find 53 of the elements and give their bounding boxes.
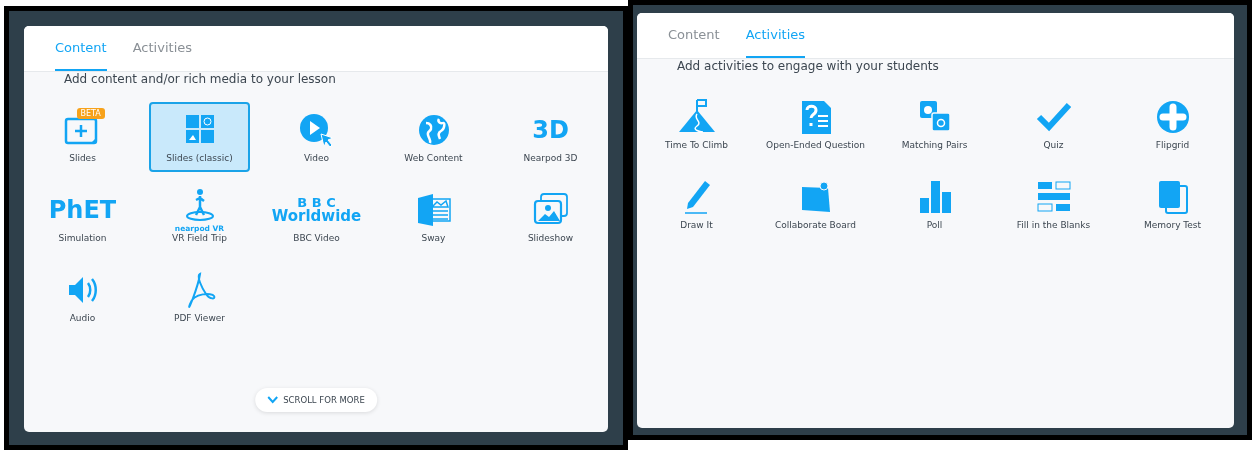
tile-label: Sway: [421, 233, 446, 243]
content-tile[interactable]: Quiz: [1002, 89, 1105, 159]
tile-label: Nearpod 3D: [523, 153, 578, 163]
logo-wordmark: B B C: [297, 196, 336, 209]
content-tile[interactable]: Memory Test: [1121, 169, 1224, 239]
mountain-flag-icon: [676, 98, 717, 136]
tile-label: Flipgrid: [1155, 140, 1190, 150]
content-tile[interactable]: Video: [266, 102, 367, 172]
content-tile[interactable]: Time To Climb: [645, 89, 748, 159]
tile-label: Memory Test: [1143, 220, 1202, 230]
section-prompt: Add activities to engage with your students: [677, 59, 940, 73]
scroll-more-button[interactable]: SCROLL FOR MORE: [255, 388, 377, 412]
tile-label: Slides: [69, 153, 96, 163]
tile-label: Web Content: [404, 153, 463, 163]
content-tile[interactable]: Audio: [32, 262, 133, 332]
tile-label: Audio: [69, 313, 96, 323]
content-tile[interactable]: Open-Ended Question: [764, 89, 867, 159]
content-tile[interactable]: Web Content: [383, 102, 484, 172]
tile-label: Time To Climb: [665, 140, 728, 150]
content-tile[interactable]: Flipgrid: [1121, 89, 1224, 159]
logo-wordmark: Worldwide: [271, 209, 362, 224]
tile-label: Poll: [926, 220, 943, 230]
content-tile[interactable]: 3D Nearpod 3D: [500, 102, 601, 172]
content-tile[interactable]: Fill in the Blanks: [1002, 169, 1105, 239]
tile-label: Slides (classic): [166, 153, 233, 163]
content-tile[interactable]: B B C Worldwide BBC Video: [266, 182, 367, 252]
tile-label: Collaborate Board: [774, 220, 857, 230]
content-tile[interactable]: Matching Pairs: [883, 89, 986, 159]
logo-wordmark: PhET: [48, 198, 117, 222]
tile-label: Fill in the Blanks: [1016, 220, 1091, 230]
content-tile[interactable]: PhET Simulation: [32, 182, 133, 252]
content-tile[interactable]: Collaborate Board: [764, 169, 867, 239]
tile-label: PDF Viewer: [174, 313, 225, 323]
section-prompt: Add content and/or rich media to your lesson: [64, 72, 337, 86]
content-tile[interactable]: Poll: [883, 169, 986, 239]
content-tile[interactable]: PDF Viewer: [149, 262, 250, 332]
tile-label: BBC Video: [293, 233, 340, 243]
tile-label: Quiz: [1043, 140, 1064, 150]
content-tile[interactable]: Sway: [383, 182, 484, 252]
content-tile[interactable]: Draw It: [645, 169, 748, 239]
tile-label: Simulation: [58, 233, 107, 243]
tile-label: VR Field Trip: [172, 233, 227, 243]
content-tile[interactable]: Slideshow: [500, 182, 601, 252]
logo-wordmark: 3D: [532, 118, 569, 142]
tile-label: Video: [303, 153, 330, 163]
tile-label: Open-Ended Question: [766, 140, 865, 150]
chevron-down-icon: [267, 396, 279, 404]
tile-label: Draw It: [680, 220, 713, 230]
content-tile[interactable]: Slides (classic): [149, 102, 250, 172]
content-tile[interactable]: BETA Slides: [32, 102, 133, 172]
beta-badge: BETA: [76, 108, 105, 119]
tile-label: Slideshow: [527, 233, 574, 243]
tile-label: Matching Pairs: [901, 140, 968, 150]
